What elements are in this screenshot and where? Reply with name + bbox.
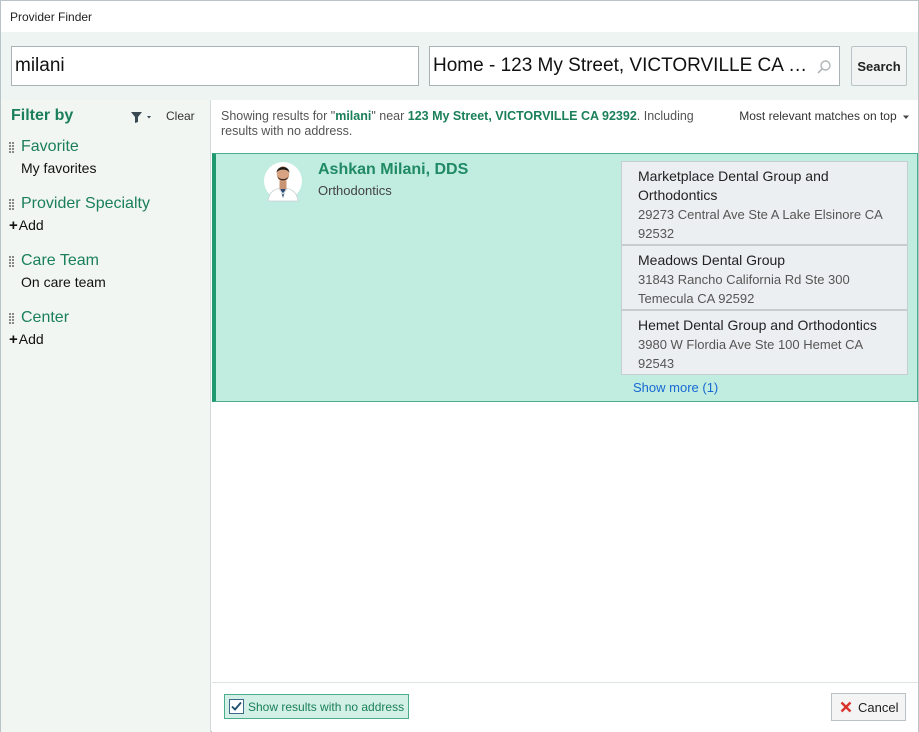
location-name: Hemet Dental Group and Orthodontics (638, 317, 877, 333)
location-address: 29273 Central Ave Ste A Lake Elsinore CA… (638, 207, 883, 241)
footer-bar: Show results with no address Cancel (212, 682, 918, 732)
provider-result-card[interactable]: Ashkan Milani, DDS Orthodontics Marketpl… (212, 153, 918, 402)
location-name: Marketplace Dental Group and Orthodontic… (638, 168, 829, 203)
add-specialty-button[interactable]: +Add (9, 217, 44, 234)
filter-funnel-dropdown-icon[interactable] (130, 110, 156, 124)
location-card[interactable]: Meadows Dental Group 31843 Rancho Califo… (621, 245, 908, 310)
no-address-label: Show results with no address (248, 700, 405, 714)
summary-text: " near (371, 109, 408, 123)
search-bar: Search (1, 32, 918, 100)
summary-location: 123 My Street, VICTORVILLE CA 92392 (407, 109, 637, 123)
location-card[interactable]: Marketplace Dental Group and Orthodontic… (621, 161, 908, 245)
provider-name-input[interactable] (11, 46, 419, 86)
clear-filters-link[interactable]: Clear (166, 109, 195, 123)
filter-group-title[interactable]: Provider Specialty (21, 195, 150, 213)
location-address: 3980 W Flordia Ave Ste 100 Hemet CA 9254… (638, 337, 863, 371)
summary-query: milani (335, 109, 372, 123)
drag-handle-icon[interactable] (9, 142, 15, 154)
provider-name[interactable]: Ashkan Milani, DDS (318, 161, 468, 179)
search-icon[interactable] (816, 59, 832, 75)
location-card[interactable]: Hemet Dental Group and Orthodontics 3980… (621, 310, 908, 375)
summary-text: Showing results for " (221, 109, 336, 123)
location-address: 31843 Rancho California Rd Ste 300 Temec… (638, 272, 850, 306)
plus-icon: + (9, 217, 18, 234)
drag-handle-icon[interactable] (9, 313, 15, 325)
filter-group-title[interactable]: Center (21, 309, 69, 327)
filter-value-on-care-team[interactable]: On care team (21, 274, 106, 290)
title-bar: Provider Finder (1, 1, 918, 32)
filter-group-title[interactable]: Care Team (21, 252, 99, 270)
plus-icon: + (9, 331, 18, 348)
add-center-button[interactable]: +Add (9, 331, 44, 348)
location-name: Meadows Dental Group (638, 252, 786, 268)
cancel-label: Cancel (858, 700, 899, 715)
filter-by-heading: Filter by (11, 107, 74, 124)
search-button-label: Search (857, 58, 901, 74)
window-title: Provider Finder (10, 10, 93, 24)
filter-sidebar: Filter by Clear Favorite My favorites Pr… (1, 100, 211, 732)
chevron-down-icon (903, 115, 909, 119)
location-input[interactable] (430, 47, 810, 85)
provider-avatar (264, 162, 302, 202)
filter-value-my-favorites[interactable]: My favorites (21, 160, 96, 176)
sort-label: Most relevant matches on top (739, 109, 897, 123)
drag-handle-icon[interactable] (9, 199, 15, 211)
provider-specialty: Orthodontics (318, 183, 392, 198)
add-label: Add (18, 217, 44, 233)
filter-group-title[interactable]: Favorite (21, 138, 79, 156)
add-label: Add (18, 331, 44, 347)
show-no-address-toggle[interactable]: Show results with no address (224, 694, 409, 719)
drag-handle-icon[interactable] (9, 256, 15, 268)
checkmark-icon (231, 701, 242, 711)
location-field[interactable] (429, 46, 840, 86)
provider-finder-window: Provider Finder Search Filter by Clear (0, 0, 919, 732)
cancel-button[interactable]: Cancel (831, 693, 906, 721)
results-pane: Showing results for "milani" near 123 My… (212, 100, 918, 682)
results-summary: Showing results for "milani" near 123 My… (221, 109, 733, 139)
no-address-checkbox[interactable] (229, 699, 244, 714)
sort-dropdown[interactable]: Most relevant matches on top (739, 109, 910, 123)
show-more-link[interactable]: Show more (1) (633, 380, 718, 395)
close-icon (840, 701, 852, 713)
search-button[interactable]: Search (851, 46, 907, 86)
